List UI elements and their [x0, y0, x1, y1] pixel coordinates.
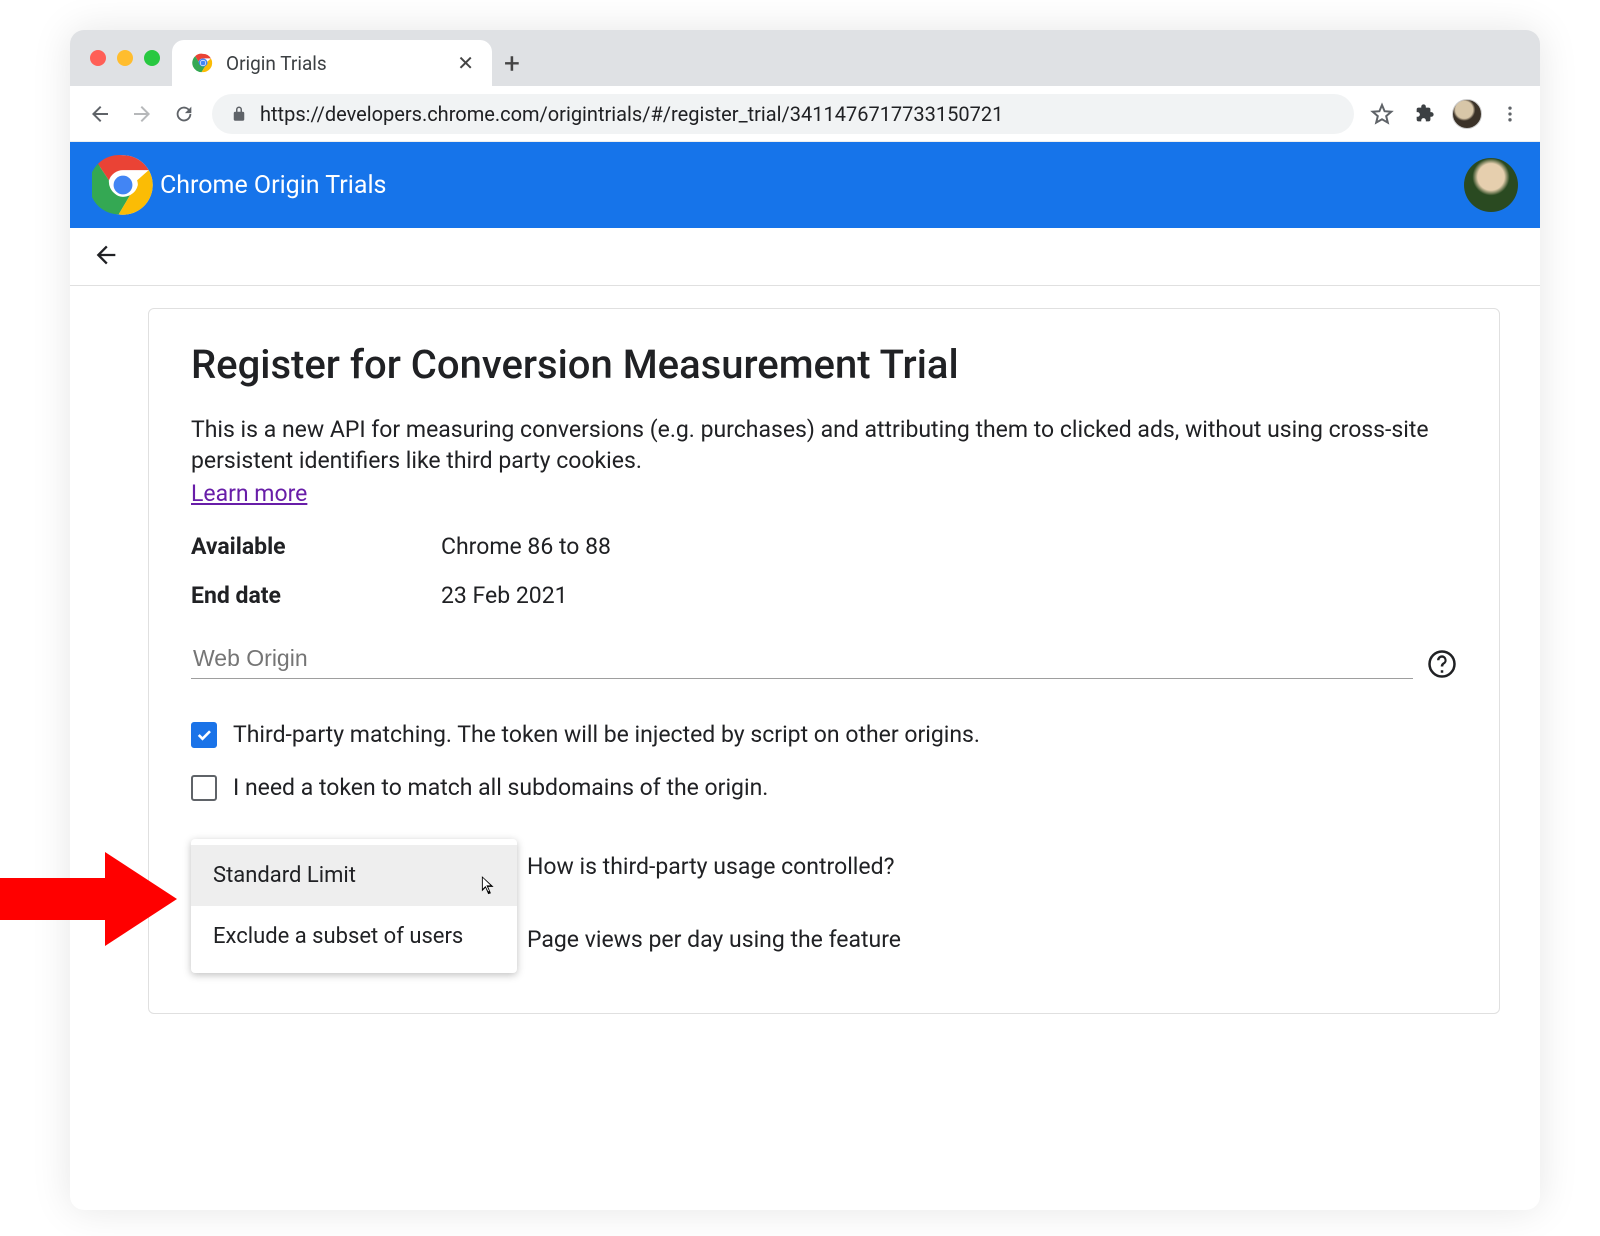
subdomains-checkbox-row: I need a token to match all subdomains o…: [191, 774, 1457, 801]
lock-icon: [230, 105, 248, 123]
chrome-logo-icon: [92, 154, 154, 216]
profile-avatar-small[interactable]: [1452, 99, 1482, 129]
available-value: Chrome 86 to 88: [441, 533, 611, 560]
browser-toolbar: https://developers.chrome.com/origintria…: [70, 86, 1540, 142]
tab-close-icon[interactable]: ✕: [457, 51, 474, 75]
page-heading: Register for Conversion Measurement Tria…: [191, 341, 1457, 388]
end-date-value: 23 Feb 2021: [441, 582, 568, 609]
chrome-favicon-icon: [192, 52, 214, 74]
usage-limit-dropdown[interactable]: Standard Limit Exclude a subset of users: [191, 839, 517, 973]
menu-option-exclude-subset[interactable]: Exclude a subset of users: [191, 906, 517, 967]
tab-title: Origin Trials: [226, 52, 327, 75]
subdomains-checkbox[interactable]: [191, 775, 217, 801]
menu-option-standard-limit[interactable]: Standard Limit: [191, 845, 517, 906]
help-icon[interactable]: [1427, 649, 1457, 679]
page-views-label: Page views per day using the feature: [527, 926, 901, 953]
third-party-checkbox-row: Third-party matching. The token will be …: [191, 721, 1457, 748]
subdomains-checkbox-label: I need a token to match all subdomains o…: [233, 774, 768, 801]
reload-button[interactable]: [170, 100, 198, 128]
annotation-arrow-icon: [0, 852, 180, 946]
new-tab-button[interactable]: +: [492, 40, 532, 86]
browser-tab[interactable]: Origin Trials ✕: [172, 40, 492, 86]
app-title: Chrome Origin Trials: [160, 171, 386, 200]
page-description: This is a new API for measuring conversi…: [191, 414, 1457, 476]
nav-back-button[interactable]: [86, 100, 114, 128]
url-text: https://developers.chrome.com/origintria…: [260, 102, 1003, 126]
window-close-button[interactable]: [90, 50, 106, 66]
third-party-checkbox-label: Third-party matching. The token will be …: [233, 721, 980, 748]
app-header: Chrome Origin Trials: [70, 142, 1540, 228]
page-back-bar: [70, 228, 1540, 286]
web-origin-input[interactable]: [191, 639, 1413, 679]
registration-card: Register for Conversion Measurement Tria…: [148, 308, 1500, 1014]
mouse-cursor-icon: [481, 875, 499, 897]
tab-strip: Origin Trials ✕ +: [70, 30, 1540, 86]
window-controls: [85, 30, 172, 86]
end-date-label: End date: [191, 582, 441, 609]
user-avatar[interactable]: [1464, 158, 1518, 212]
third-party-checkbox[interactable]: [191, 722, 217, 748]
browser-menu-icon[interactable]: [1496, 100, 1524, 128]
address-bar[interactable]: https://developers.chrome.com/origintria…: [212, 94, 1354, 134]
window-maximize-button[interactable]: [144, 50, 160, 66]
nav-forward-button[interactable]: [128, 100, 156, 128]
window-minimize-button[interactable]: [117, 50, 133, 66]
browser-window: Origin Trials ✕ + https://developers.chr…: [70, 30, 1540, 1210]
page-back-button[interactable]: [92, 241, 120, 273]
bookmark-star-icon[interactable]: [1368, 100, 1396, 128]
usage-control-question: How is third-party usage controlled?: [527, 853, 901, 880]
available-label: Available: [191, 533, 441, 560]
extensions-icon[interactable]: [1410, 100, 1438, 128]
learn-more-link[interactable]: Learn more: [191, 480, 307, 507]
